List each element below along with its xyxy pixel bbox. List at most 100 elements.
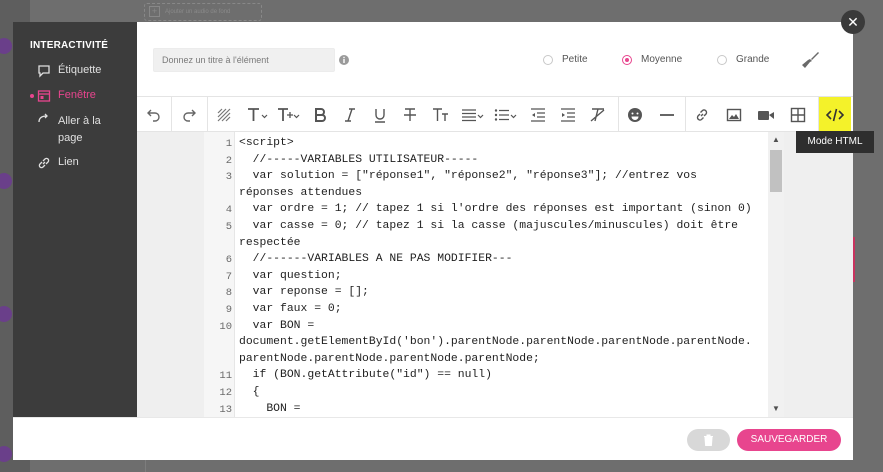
sidebar-item-lien[interactable]: Lien (37, 156, 79, 170)
indent-button[interactable] (553, 97, 583, 132)
size-option-label: Grande (736, 54, 770, 65)
size-option-label: Petite (562, 54, 588, 65)
horizontal-rule-button[interactable] (651, 97, 683, 132)
code-line[interactable]: var solution = ["réponse1", "réponse2", … (239, 170, 697, 182)
insert-link-button[interactable] (686, 97, 718, 132)
code-line[interactable]: var reponse = []; (239, 286, 369, 298)
editor-scrollbar[interactable]: ▲ ▼ (768, 132, 784, 417)
align-button[interactable] (457, 97, 489, 132)
element-title-input[interactable] (153, 48, 335, 72)
sidebar-item-etiquette[interactable]: Étiquette (37, 64, 101, 78)
code-line[interactable]: if (BON.getAttribute("id") == null) (239, 369, 492, 381)
insert-table-button[interactable] (782, 97, 814, 132)
remove-format-button[interactable] (583, 97, 613, 132)
sidebar-title: INTERACTIVITÉ (30, 40, 109, 51)
video-icon (758, 110, 774, 120)
outdent-button[interactable] (523, 97, 553, 132)
text-transform-button[interactable] (426, 97, 456, 132)
code-line[interactable]: //-----VARIABLES UTILISATEUR----- (239, 154, 479, 166)
line-number: 10 (219, 320, 232, 333)
sidebar-item-label: Fenêtre (58, 89, 96, 101)
redo-button[interactable] (172, 97, 206, 132)
line-number: 11 (219, 370, 232, 383)
list-button[interactable] (490, 97, 522, 132)
scroll-down-icon[interactable]: ▼ (772, 405, 780, 413)
html-code-editor[interactable]: 1 <script> 2 //-----VARIABLES UTILISATEUR-… (204, 132, 784, 417)
font-family-button[interactable] (242, 97, 272, 132)
active-indicator (30, 94, 34, 98)
size-option-grande[interactable]: Grande (717, 54, 769, 65)
size-option-petite[interactable]: Petite (543, 54, 588, 65)
code-line[interactable]: respectée (239, 237, 301, 249)
underline-button[interactable] (365, 97, 395, 132)
sidebar-item-fenetre[interactable]: Fenêtre (30, 89, 96, 103)
clear-format-icon (217, 108, 231, 121)
align-icon (462, 108, 484, 121)
code-line[interactable]: document.getElementById('bon').parentNod… (239, 336, 752, 348)
code-view-button[interactable] (819, 97, 851, 132)
radio-button[interactable] (543, 54, 553, 65)
background-avatar (0, 446, 12, 462)
code-line[interactable]: var ordre = 1; // tapez 1 si l'ordre des… (239, 203, 752, 215)
line-number: 13 (219, 403, 232, 416)
window-icon (37, 90, 51, 102)
radio-button[interactable] (717, 54, 727, 65)
insert-image-button[interactable] (718, 97, 750, 132)
info-icon (339, 55, 349, 65)
bold-icon (315, 107, 326, 122)
code-line[interactable]: <script> (239, 137, 294, 149)
italic-icon (345, 107, 355, 122)
strikethrough-icon (404, 107, 416, 121)
code-line[interactable]: var question; (239, 270, 342, 282)
emoji-button[interactable] (619, 97, 651, 132)
size-option-label: Moyenne (641, 54, 683, 65)
clear-format-button[interactable] (209, 97, 239, 132)
code-line[interactable]: BON = (239, 403, 300, 415)
line-number: 1 (225, 138, 232, 150)
font-size-icon (278, 107, 300, 121)
modal-footer: SAUVEGARDER (13, 417, 853, 460)
interactivity-sidebar: INTERACTIVITÉ Étiquette Fenêtre Aller à … (13, 22, 137, 417)
delete-button[interactable] (687, 429, 730, 451)
code-view-icon (826, 108, 844, 121)
line-number: 6 (225, 254, 232, 267)
redo-icon (183, 109, 196, 122)
brush-icon[interactable] (801, 50, 821, 70)
code-line[interactable]: réponses attendues (239, 187, 362, 199)
scroll-up-icon[interactable]: ▲ (772, 136, 780, 144)
line-number: 3 (225, 171, 232, 184)
italic-button[interactable] (335, 97, 365, 132)
table-icon (790, 107, 806, 122)
background-audio-drop: + Ajouter un audio de fond (144, 3, 262, 21)
scrollbar-thumb[interactable] (770, 150, 782, 192)
undo-button[interactable] (137, 97, 171, 132)
code-line[interactable]: var faux = 0; (239, 303, 342, 315)
code-view-tooltip: Mode HTML (796, 131, 874, 153)
background-audio-label: Ajouter un audio de fond (165, 9, 231, 15)
font-size-button[interactable] (273, 97, 303, 132)
close-button[interactable]: ✕ (841, 10, 865, 34)
background-avatar (0, 38, 12, 54)
link-icon (696, 108, 708, 121)
code-line[interactable]: parentNode.parentNode.parentNode.parentN… (239, 353, 540, 365)
background-canvas-edge (145, 460, 865, 472)
text-transform-icon (433, 107, 448, 121)
link-icon (38, 157, 50, 169)
code-line[interactable]: //------VARIABLES A NE PAS MODIFIER--- (239, 253, 513, 265)
sidebar-item-label: Lien (58, 156, 79, 168)
sidebar-item-aller-page[interactable]: Aller à la page (37, 113, 121, 147)
editor-toolbar (137, 96, 853, 132)
line-number: 8 (225, 287, 232, 300)
save-button[interactable]: SAUVEGARDER (737, 429, 841, 451)
line-number: 4 (225, 204, 232, 217)
size-option-moyenne[interactable]: Moyenne (622, 54, 682, 65)
insert-video-button[interactable] (750, 97, 782, 132)
code-line[interactable]: { (239, 386, 260, 398)
code-line[interactable]: var casse = 0; // tapez 1 si la casse (m… (239, 220, 738, 232)
code-line[interactable]: var BON = (239, 320, 315, 332)
bold-button[interactable] (305, 97, 335, 132)
plus-icon: + (149, 6, 160, 17)
radio-button[interactable] (622, 54, 632, 65)
strikethrough-button[interactable] (395, 97, 425, 132)
line-number: 12 (219, 387, 232, 399)
